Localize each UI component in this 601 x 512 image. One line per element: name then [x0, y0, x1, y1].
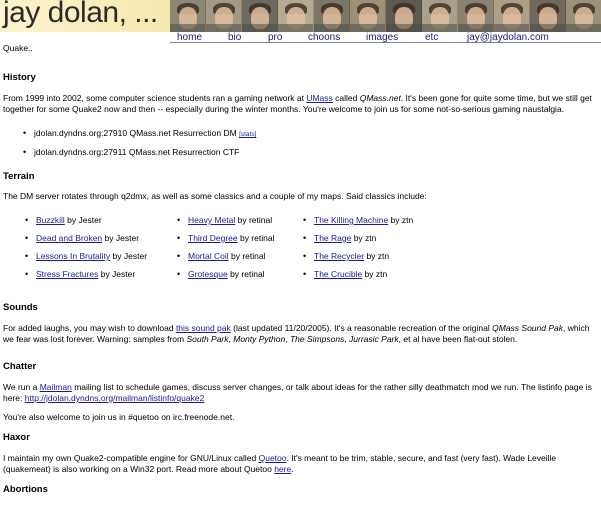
map-item: The Crucible by ztn [303, 269, 454, 287]
sound-pak-link[interactable]: this sound pak [176, 323, 231, 333]
mailman-link[interactable]: Mailman [40, 382, 72, 392]
map-link[interactable]: Dead and Broken [36, 233, 102, 243]
server-item: jdolan.dyndns.org:27910 QMass.net Resurr… [23, 128, 598, 140]
map-item: Stress Fractures by Jester [25, 269, 188, 287]
map-link[interactable]: Mortal Coil [188, 251, 229, 261]
chatter-paragraph: We run a Mailman mailing list to schedul… [3, 382, 592, 403]
map-item: The Killing Machine by ztn [303, 215, 454, 233]
photo-thumbnail [170, 0, 206, 32]
map-link[interactable]: The Crucible [314, 269, 362, 279]
photo-thumbnail [242, 0, 278, 32]
umass-link[interactable]: UMass [306, 93, 332, 103]
photo-thumbnail [278, 0, 314, 32]
photo-thumbnail [530, 0, 566, 32]
haxor-heading: Haxor [3, 432, 30, 443]
map-item: Heavy Metal by retinal [177, 215, 314, 233]
quetoo-here-link[interactable]: here [274, 464, 291, 474]
map-link[interactable]: Stress Fractures [36, 269, 98, 279]
terrain-heading: Terrain [3, 171, 35, 182]
server-list: jdolan.dyndns.org:27910 QMass.net Resurr… [3, 128, 598, 158]
site-title: jay dolan, ... [3, 0, 158, 29]
map-item: The Recycler by ztn [303, 251, 454, 269]
history-heading: History [3, 72, 36, 83]
map-link[interactable]: The Killing Machine [314, 215, 388, 225]
terrain-paragraph: The DM server rotates through q2dmx, as … [3, 191, 427, 201]
photo-thumbnail [386, 0, 422, 32]
photo-thumbnail [206, 0, 242, 32]
listinfo-link[interactable]: http://jdolan.dyndns.org/mailman/listinf… [25, 393, 205, 403]
map-item: The Rage by ztn [303, 233, 454, 251]
sounds-heading: Sounds [3, 302, 38, 313]
map-link[interactable]: The Recycler [314, 251, 364, 261]
intro-text: Quake.. [3, 43, 33, 53]
photo-thumbnail [458, 0, 494, 32]
irc-paragraph: You're also welcome to join us in #queto… [3, 412, 235, 422]
map-link[interactable]: The Rage [314, 233, 351, 243]
map-item: Dead and Broken by Jester [25, 233, 188, 251]
map-column: Buzzkill by Jester Dead and Broken by Je… [25, 215, 188, 287]
map-link[interactable]: Heavy Metal [188, 215, 235, 225]
photo-strip [170, 0, 601, 32]
map-item: Third Degree by retinal [177, 233, 314, 251]
photo-thumbnail [566, 0, 601, 32]
photo-thumbnail [422, 0, 458, 32]
quetoo-link[interactable]: Quetoo [259, 453, 287, 463]
server-item: jdolan.dyndns.org:27911 QMass.net Resurr… [23, 147, 598, 158]
map-link[interactable]: Grotesque [188, 269, 228, 279]
map-item: Mortal Coil by retinal [177, 251, 314, 269]
map-list: Buzzkill by Jester Dead and Broken by Je… [3, 215, 598, 287]
map-link[interactable]: Third Degree [188, 233, 238, 243]
photo-thumbnail [350, 0, 386, 32]
map-item: Lessons In Brutality by Jester [25, 251, 188, 269]
map-link[interactable]: Lessons In Brutality [36, 251, 110, 261]
photo-thumbnail [494, 0, 530, 32]
map-link[interactable]: Buzzkill [36, 215, 65, 225]
sounds-paragraph: For added laughs, you may wish to downlo… [3, 323, 590, 344]
chatter-heading: Chatter [3, 361, 37, 372]
map-column: Heavy Metal by retinal Third Degree by r… [177, 215, 314, 287]
stats-link[interactable]: [stats] [239, 131, 256, 138]
map-column: The Killing Machine by ztn The Rage by z… [303, 215, 454, 287]
haxor-paragraph: I maintain my own Quake2-compatible engi… [3, 453, 557, 474]
history-paragraph: From 1999 into 2002, some computer scien… [3, 93, 592, 114]
nav-divider [170, 42, 601, 43]
main-content: Quake.. History From 1999 into 2002, som… [0, 43, 601, 496]
abortions-heading: Abortions [3, 484, 48, 495]
photo-thumbnail [314, 0, 350, 32]
map-item: Buzzkill by Jester [25, 215, 188, 233]
map-item: Grotesque by retinal [177, 269, 314, 287]
site-header: jay dolan, ... home bio pro choons image… [0, 0, 601, 43]
